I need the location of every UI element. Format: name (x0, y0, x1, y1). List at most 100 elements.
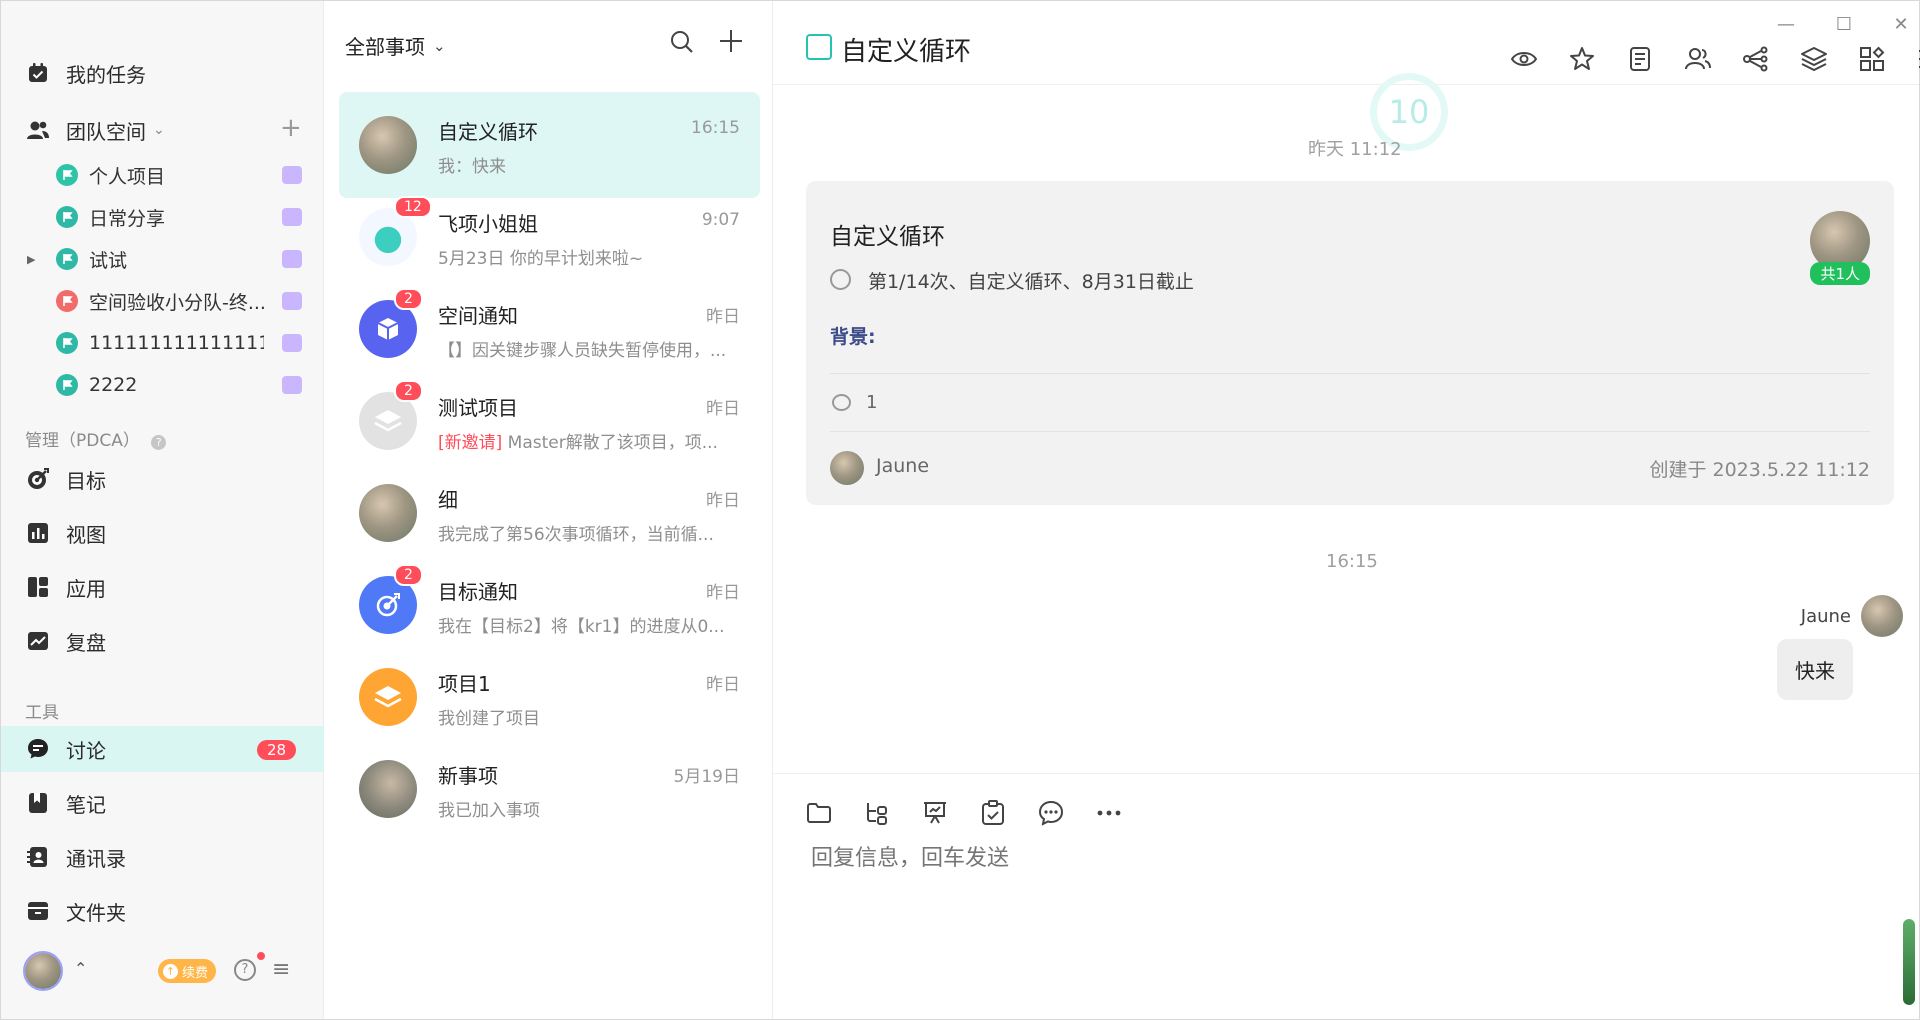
conversation-name: 新事项 (438, 764, 498, 788)
more-icon[interactable] (1095, 799, 1123, 827)
conversation-avatar (359, 668, 417, 726)
message-avatar[interactable] (1861, 595, 1903, 637)
search-icon[interactable] (669, 29, 695, 59)
notification-dot-icon (257, 952, 265, 960)
conversation-preview-text: 我：快来 (438, 157, 506, 177)
crown-icon (282, 250, 302, 268)
conversation-name: 细 (438, 488, 458, 512)
presentation-icon[interactable] (921, 799, 949, 827)
chevron-down-icon[interactable]: ⌄ (153, 122, 165, 138)
project-item[interactable]: 个人项目 (1, 155, 324, 195)
timestamp-yesterday: 昨天 11:12 (1308, 139, 1402, 160)
menu-icon[interactable]: ≡ (272, 957, 290, 982)
star-icon[interactable] (1567, 44, 1597, 74)
conversation-name: 飞项小姐姐 (438, 212, 538, 236)
team-icon (25, 117, 51, 143)
widgets-icon[interactable] (1857, 44, 1887, 74)
nav-my-tasks-label: 我的任务 (66, 62, 146, 87)
conversation-item[interactable]: 12 飞项小姐姐 9:07 5月23日 你的早计划来啦~ (339, 184, 760, 290)
conversation-item[interactable]: 2 空间通知 昨日 【】因关键步骤人员缺失暂停使用，... (339, 276, 760, 382)
help-icon[interactable]: ? (151, 435, 167, 450)
project-item[interactable]: ▶ 试试 (1, 239, 324, 279)
conversation-item[interactable]: 细 昨日 我完成了第56次事项循环，当前循... (339, 460, 760, 566)
timestamp-today: 16:15 (1326, 551, 1378, 572)
app-window: 我的任务 团队空间 ⌄ + 个人项目日常分享 ▶ 试试空间验收小分队-终... 111… (0, 0, 1920, 1020)
renew-button[interactable]: ↑ 续费 (158, 959, 217, 983)
subtask-icon[interactable] (863, 799, 891, 827)
nav-views[interactable]: 视图 (1, 510, 324, 556)
eye-icon[interactable] (1509, 44, 1539, 74)
conversation-item[interactable]: 新事项 5月19日 我已加入事项 (339, 736, 760, 842)
project-item[interactable]: 日常分享 (1, 197, 324, 237)
nav-contacts[interactable]: 通讯录 (1, 834, 324, 880)
nav-notes[interactable]: 笔记 (1, 780, 324, 826)
nav-review[interactable]: 复盘 (1, 618, 324, 664)
user-avatar[interactable] (23, 951, 63, 991)
notebook-icon (25, 790, 51, 816)
folder-outline-icon[interactable] (805, 799, 833, 827)
conversation-list-header: 全部事项 ⌄ (324, 1, 773, 81)
mgmt-label-text: 管理（PDCA） (25, 431, 140, 451)
conversation-item[interactable]: 项目1 昨日 我创建了项目 (339, 644, 760, 750)
crown-icon (282, 208, 302, 226)
subtask-branch-icon[interactable] (1741, 44, 1771, 74)
nav-team-space[interactable]: 团队空间 ⌄ + (1, 107, 324, 153)
conversation-preview: 【】因关键步骤人员缺失暂停使用，... (438, 336, 726, 361)
nav-my-tasks[interactable]: 我的任务 (1, 50, 324, 96)
conversation-name: 测试项目 (438, 396, 518, 420)
message-bubble[interactable]: 快来 (1777, 639, 1853, 700)
project-item[interactable]: 1111111111111111 (1, 323, 324, 363)
project-item[interactable]: 2222 (1, 365, 324, 405)
expand-caret-icon[interactable]: ▶ (27, 253, 35, 266)
project-item[interactable]: 空间验收小分队-终... (1, 281, 324, 321)
chat-bubble-icon (25, 736, 51, 762)
conversation-preview-text: 我完成了第56次事项循环，当前循... (438, 525, 714, 545)
nav-apps[interactable]: 应用 (1, 564, 324, 610)
conversation-item[interactable]: 自定义循环 16:15 我：快来 (339, 92, 760, 198)
apps-grid-icon (25, 574, 51, 600)
nav-discussion[interactable]: 讨论 28 (1, 726, 324, 772)
nav-team-space-label: 团队空间 (66, 119, 146, 144)
hamburger-menu-icon[interactable] (1915, 44, 1920, 74)
composer (773, 773, 1919, 1019)
layers-icon[interactable] (1799, 44, 1829, 74)
message-input[interactable] (811, 846, 1611, 871)
conversation-preview-text: 我在【目标2】将【kr1】的进度从0... (438, 617, 725, 637)
sidebar: 我的任务 团队空间 ⌄ + 个人项目日常分享 ▶ 试试空间验收小分队-终... 111… (1, 1, 324, 1019)
contacts-icon (25, 844, 51, 870)
task-owner: Jaune (876, 455, 930, 477)
task-card[interactable]: 自定义循环 第1/14次、自定义循环、8月31日截止 背景: 1 Jaune 创… (806, 181, 1894, 505)
conversation-item[interactable]: 2 测试项目 昨日 [新邀请] Master解散了该项目，项... (339, 368, 760, 474)
nav-folders[interactable]: 文件夹 (1, 888, 324, 934)
conversation-item[interactable]: 2 目标通知 昨日 我在【目标2】将【kr1】的进度从0... (339, 552, 760, 658)
members-icon[interactable] (1683, 44, 1713, 74)
owner-avatar (830, 451, 864, 485)
close-icon[interactable]: ✕ (1890, 13, 1912, 35)
clipboard-check-icon[interactable] (979, 799, 1007, 827)
maximize-icon[interactable]: ☐ (1833, 13, 1855, 35)
discussion-unread-badge: 28 (257, 740, 297, 760)
tools-section-label: 工具 (25, 703, 59, 723)
project-item-label: 个人项目 (89, 165, 166, 188)
project-flag-icon (56, 290, 78, 312)
divider (830, 431, 1870, 432)
project-item-label: 空间验收小分队-终... (89, 291, 264, 314)
comment-dots-icon[interactable] (1037, 799, 1065, 827)
project-flag-icon (56, 374, 78, 396)
conversation-name: 目标通知 (438, 580, 518, 604)
conversation-name: 项目1 (438, 672, 491, 696)
minimize-icon[interactable]: — (1775, 13, 1797, 35)
nav-goals[interactable]: 目标 (1, 456, 324, 502)
task-checkbox[interactable] (806, 34, 832, 60)
add-icon[interactable] (717, 27, 745, 59)
document-icon[interactable] (1625, 44, 1655, 74)
add-space-icon[interactable]: + (280, 113, 302, 143)
scrollbar-thumb[interactable] (1903, 919, 1915, 1005)
nav-goals-label: 目标 (66, 468, 106, 493)
countdown-value: 10 (1388, 93, 1430, 131)
help-circle-icon[interactable]: ? (234, 959, 256, 981)
chevron-up-icon[interactable]: ⌃ (74, 959, 87, 978)
filter-dropdown[interactable]: 全部事项 ⌄ (345, 31, 446, 60)
conversation-preview-text: 我创建了项目 (438, 709, 540, 729)
conversation-avatar (359, 484, 417, 542)
